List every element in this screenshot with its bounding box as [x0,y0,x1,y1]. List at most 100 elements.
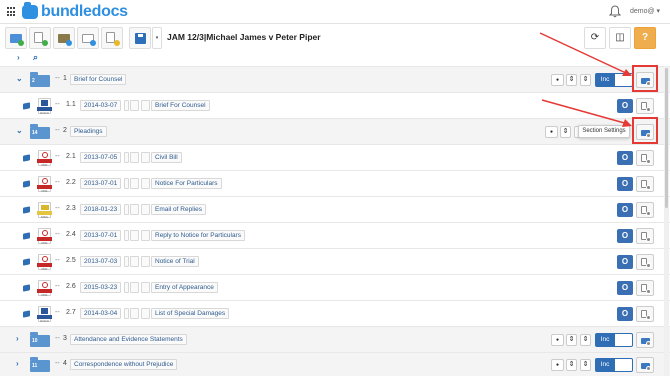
add-placeholder-button[interactable] [101,27,123,49]
document-row[interactable]: DOCX -- 1.1 2014-03-07 Brief For Counsel O [0,92,670,118]
document-date[interactable]: 2013-07-05 [80,152,122,163]
document-date[interactable]: 2014-03-07 [80,100,122,111]
document-title[interactable]: List of Special Damages [151,308,230,319]
import-documents-button[interactable] [53,27,75,49]
include-toggle-switch[interactable] [615,73,633,87]
document-title[interactable]: Brief For Counsel [151,100,210,111]
collapse-section-icon[interactable]: ⌄ [16,126,23,135]
columns-button[interactable]: ◫ [609,27,631,49]
document-settings-button[interactable] [636,202,654,218]
document-field[interactable] [141,256,150,267]
sort-up-button[interactable]: ⇕ [560,126,571,138]
section-title[interactable]: Attendance and Evidence Statements [70,334,187,345]
include-toggle-switch[interactable] [615,358,633,372]
add-document-button[interactable] [29,27,51,49]
comment-button[interactable]: ● [551,74,564,86]
document-field[interactable] [130,152,139,163]
collapse-section-icon[interactable]: ⌄ [16,74,23,83]
document-settings-button[interactable] [636,306,654,322]
add-section-button[interactable] [5,27,27,49]
document-field[interactable] [141,152,150,163]
section-title[interactable]: Correspondence without Prejudice [70,359,178,370]
document-title[interactable]: Reply to Notice for Particulars [151,230,245,241]
document-date[interactable]: 2013-07-01 [80,230,122,241]
include-toggle-switch[interactable] [615,333,633,347]
open-document-button[interactable]: O [617,307,633,321]
document-field[interactable] [141,230,150,241]
document-settings-button[interactable] [636,176,654,192]
document-field[interactable] [141,178,150,189]
apps-grid-icon[interactable] [7,7,17,17]
open-document-button[interactable]: O [617,177,633,191]
document-row[interactable]: PDF -- 2.1 2013-07-05 Civil Bill O [0,144,670,170]
document-settings-button[interactable] [636,150,654,166]
user-menu[interactable]: demo@ ▾ [630,7,660,15]
open-document-button[interactable]: O [617,229,633,243]
section-settings-button[interactable] [636,357,654,373]
include-toggle-label[interactable]: Inc [595,333,615,347]
sort-down-button[interactable]: ⇕ [580,334,591,346]
document-row[interactable]: PDF -- 2.5 2013-07-03 Notice of Trial O [0,248,670,274]
vertical-scrollbar[interactable] [664,66,669,376]
document-title[interactable]: Civil Bill [151,152,182,163]
help-button[interactable]: ? [634,27,656,49]
document-field[interactable] [130,256,139,267]
document-field[interactable] [130,230,139,241]
document-date[interactable]: 2013-07-01 [80,178,122,189]
save-button[interactable] [129,27,151,49]
document-field[interactable] [130,204,139,215]
comment-button[interactable]: ● [551,334,564,346]
document-row[interactable]: PDF -- 2.6 2015-03-23 Entry of Appearance O [0,274,670,300]
section-row[interactable]: ⌄ 2 -- 1 Brief for Counsel Inc ⇕ ⇕ ● [0,66,670,92]
document-date[interactable]: 2013-07-03 [80,256,122,267]
document-settings-button[interactable] [636,254,654,270]
document-field[interactable] [130,178,139,189]
document-row[interactable]: DOCX -- 2.7 2014-03-04 List of Special Damag… [0,300,670,326]
document-field[interactable] [124,282,129,293]
search-icon[interactable]: ⌕ [33,52,38,63]
document-field[interactable] [141,282,150,293]
document-field[interactable] [124,152,129,163]
refresh-button[interactable]: ⟳ [584,27,606,49]
document-date[interactable]: 2018-01-23 [80,204,122,215]
document-field[interactable] [124,256,129,267]
open-document-button[interactable]: O [617,203,633,217]
section-row[interactable]: ⌄14--2Pleadings⇕⇕● [0,118,670,144]
document-field[interactable] [130,282,139,293]
document-title[interactable]: Notice of Trial [151,256,199,267]
document-settings-button[interactable] [636,228,654,244]
open-document-button[interactable]: O [617,281,633,295]
sort-down-button[interactable]: ⇕ [580,359,591,371]
section-row[interactable]: › 11 -- 4 Correspondence without Prejudice In… [0,352,670,376]
open-document-button[interactable]: O [617,151,633,165]
document-field[interactable] [130,308,139,319]
sort-up-button[interactable]: ⇕ [566,74,577,86]
document-title[interactable]: Email of Replies [151,204,206,215]
open-document-button[interactable]: O [617,255,633,269]
document-row[interactable]: PDF -- 2.4 2013-07-01 Reply to Notice for Pa… [0,222,670,248]
document-field[interactable] [130,100,139,111]
sort-up-button[interactable]: ⇕ [566,334,577,346]
document-settings-button[interactable] [636,98,654,114]
open-document-button[interactable]: O [617,99,633,113]
bell-icon[interactable] [609,5,621,18]
expand-section-icon[interactable]: › [16,359,19,368]
section-title[interactable]: Brief for Counsel [70,74,127,85]
document-field[interactable] [124,230,129,241]
document-field[interactable] [124,308,129,319]
sort-down-button[interactable]: ⇕ [580,74,591,86]
document-field[interactable] [124,204,129,215]
document-date[interactable]: 2015-03-23 [80,282,122,293]
sort-up-button[interactable]: ⇕ [566,359,577,371]
expand-section-icon[interactable]: › [16,334,19,343]
document-row[interactable]: MSG -- 2.3 2018-01-23 Email of Replies O [0,196,670,222]
document-field[interactable] [141,204,150,215]
save-options-dropdown[interactable]: ▾ [152,27,162,49]
expand-all-icon[interactable]: › [17,53,20,62]
include-toggle-label[interactable]: Inc [595,73,615,87]
document-title[interactable]: Entry of Appearance [151,282,218,293]
comment-button[interactable]: ● [545,126,558,138]
add-subsection-button[interactable] [77,27,99,49]
scrollbar-thumb[interactable] [665,68,668,208]
section-row[interactable]: › 10 -- 3 Attendance and Evidence Statements… [0,326,670,352]
